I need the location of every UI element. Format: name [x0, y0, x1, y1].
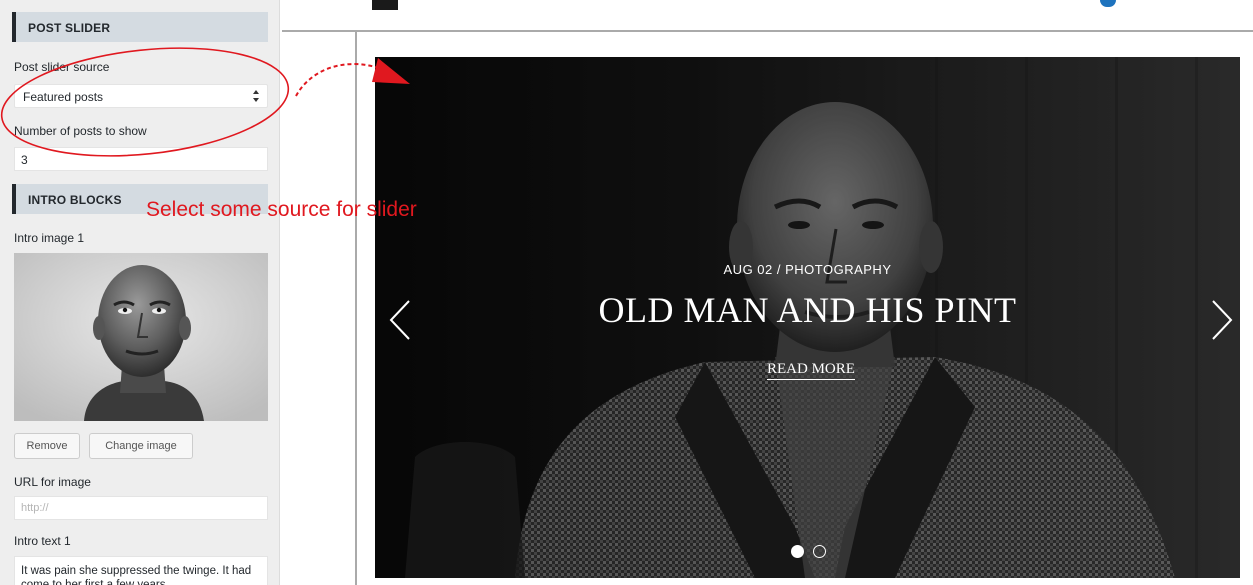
- post-slider-source-label: Post slider source: [14, 60, 110, 74]
- slider-pagination: [791, 545, 831, 559]
- intro-text-value: It was pain she suppressed the twinge. I…: [21, 565, 252, 585]
- intro-blocks-section-title: INTRO BLOCKS: [28, 193, 122, 207]
- post-slider[interactable]: AUG 02 / PHOTOGRAPHY OLD MAN AND HIS PIN…: [375, 57, 1240, 578]
- post-slider-section-title: POST SLIDER: [28, 21, 111, 35]
- site-logo[interactable]: [372, 0, 398, 10]
- remove-image-button[interactable]: Remove: [14, 433, 80, 459]
- preview-divider-horizontal: [282, 30, 1253, 32]
- chevron-left-icon[interactable]: [385, 297, 415, 343]
- slider-dot-active[interactable]: [791, 545, 804, 558]
- url-for-image-input[interactable]: http://: [14, 496, 268, 520]
- remove-image-label: Remove: [26, 440, 68, 452]
- number-of-posts-label: Number of posts to show: [14, 124, 147, 138]
- slide-meta[interactable]: AUG 02 / PHOTOGRAPHY: [375, 262, 1240, 277]
- select-arrows-icon: [253, 90, 259, 102]
- annotation-arrow-icon: [295, 63, 386, 97]
- intro-image-label: Intro image 1: [14, 231, 85, 245]
- header-icon[interactable]: [1100, 0, 1116, 7]
- intro-image-thumbnail: [14, 253, 268, 421]
- read-more-link[interactable]: READ MORE: [767, 361, 855, 380]
- post-slider-section-header[interactable]: POST SLIDER: [12, 12, 268, 42]
- change-image-button[interactable]: Change image: [89, 433, 193, 459]
- url-for-image-label: URL for image: [14, 475, 91, 489]
- preview-divider-vertical: [355, 32, 357, 585]
- intro-text-textarea[interactable]: It was pain she suppressed the twinge. I…: [14, 556, 268, 585]
- customizer-sidebar: POST SLIDER Post slider source Featured …: [0, 0, 280, 585]
- change-image-label: Change image: [105, 440, 177, 452]
- post-slider-source-select[interactable]: Featured posts: [14, 84, 268, 108]
- intro-text-label: Intro text 1: [14, 534, 71, 548]
- url-for-image-placeholder: http://: [21, 502, 49, 514]
- slide-title[interactable]: OLD MAN AND HIS PINT: [375, 289, 1240, 331]
- annotation-text: Select some source for slider: [146, 198, 417, 221]
- number-of-posts-input[interactable]: 3: [14, 147, 268, 171]
- chevron-right-icon[interactable]: [1207, 297, 1237, 343]
- slider-dot[interactable]: [813, 545, 826, 558]
- number-of-posts-value: 3: [21, 153, 28, 167]
- post-slider-source-value: Featured posts: [23, 90, 104, 104]
